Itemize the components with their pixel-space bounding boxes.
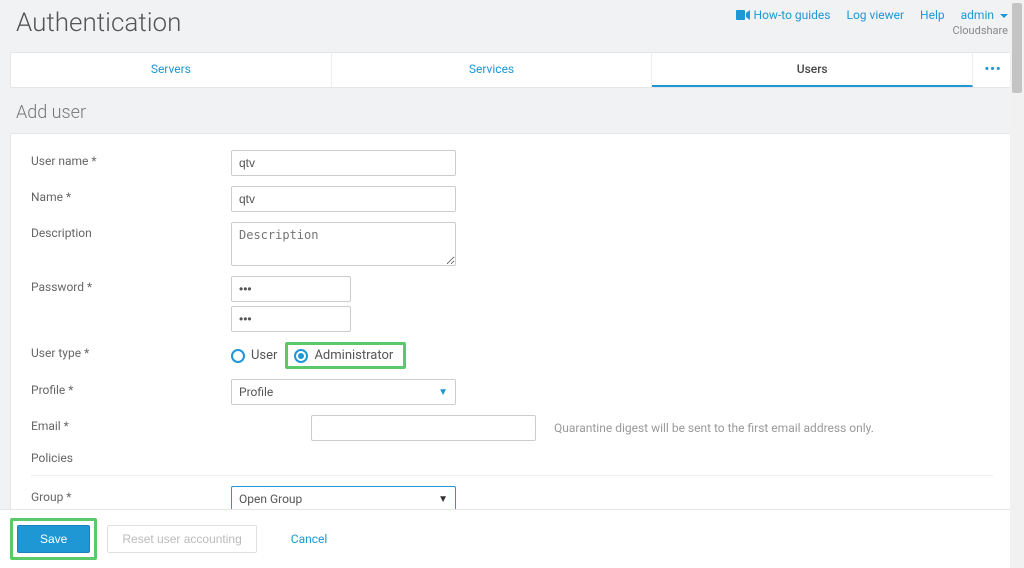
tab-services[interactable]: Services — [332, 53, 653, 87]
password-confirm-input[interactable] — [231, 306, 351, 332]
radio-icon — [294, 349, 308, 363]
highlight-administrator: Administrator — [285, 342, 406, 369]
footer-bar: Save Reset user accounting Cancel — [0, 509, 1010, 568]
name-input[interactable] — [231, 186, 456, 212]
help-link[interactable]: Help — [920, 8, 945, 22]
tab-users[interactable]: Users — [652, 53, 973, 87]
page-header: Authentication How-to guides Log viewer … — [10, 0, 1014, 52]
chevron-down-icon: ▼ — [438, 387, 448, 398]
chevron-down-icon: ▼ — [438, 494, 448, 505]
email-label: Email * — [31, 415, 231, 433]
user-menu[interactable]: admin — [961, 8, 1008, 22]
section-title: Add user — [16, 102, 1014, 123]
page-title: Authentication — [16, 8, 181, 38]
tab-more[interactable]: ••• — [973, 53, 1013, 87]
profile-label: Profile * — [31, 379, 231, 397]
usertype-label: User type * — [31, 342, 231, 360]
group-label: Group * — [31, 486, 231, 504]
scrollbar-track[interactable] — [1010, 0, 1024, 568]
tab-bar: Servers Services Users ••• — [10, 52, 1014, 88]
username-label: User name * — [31, 150, 231, 168]
usertype-admin-radio[interactable]: Administrator — [294, 348, 393, 363]
description-label: Description — [31, 222, 231, 240]
form-panel: User name * Name * Description Password … — [10, 133, 1014, 568]
chevron-down-icon — [1000, 14, 1008, 18]
save-button[interactable]: Save — [17, 525, 90, 553]
tab-servers[interactable]: Servers — [11, 53, 332, 87]
reset-user-accounting-button: Reset user accounting — [107, 525, 256, 553]
name-label: Name * — [31, 186, 231, 204]
radio-icon — [231, 349, 245, 363]
username-input[interactable] — [231, 150, 456, 176]
divider — [31, 475, 993, 476]
highlight-save: Save — [10, 518, 97, 560]
password-label: Password * — [31, 276, 231, 294]
scrollbar-thumb[interactable] — [1012, 3, 1022, 93]
howto-guides-link[interactable]: How-to guides — [736, 8, 831, 22]
password-input[interactable] — [231, 276, 351, 302]
email-input[interactable] — [311, 415, 536, 441]
description-textarea[interactable] — [231, 222, 456, 266]
policies-heading: Policies — [31, 451, 993, 465]
email-hint: Quarantine digest will be sent to the fi… — [554, 421, 874, 435]
video-camera-icon — [736, 10, 750, 20]
usertype-user-radio[interactable]: User — [231, 348, 277, 363]
profile-select[interactable]: Profile ▼ — [231, 379, 456, 405]
cancel-link[interactable]: Cancel — [291, 532, 328, 546]
log-viewer-link[interactable]: Log viewer — [846, 8, 904, 22]
company-label: Cloudshare — [736, 24, 1008, 37]
